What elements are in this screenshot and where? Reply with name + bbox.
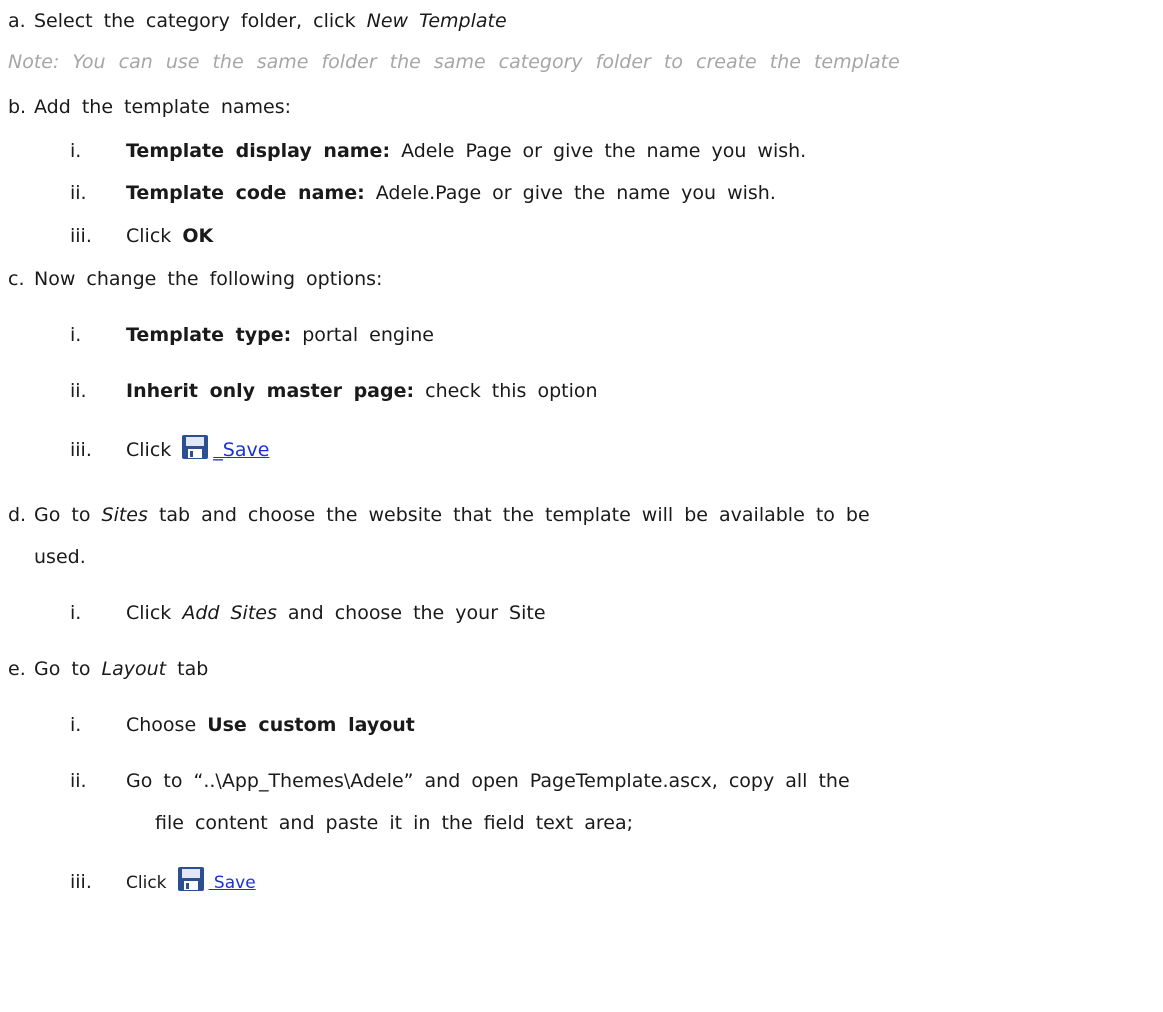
substep-marker: iii. (70, 225, 92, 247)
field-value: Adele Page or give the name you wish. (390, 140, 807, 162)
add-sites-term: Add Sites (182, 602, 277, 624)
substep-text: Choose (126, 714, 208, 736)
substep-marker: iii. (70, 439, 92, 461)
step-marker: e. (8, 658, 26, 680)
step-c-i: i. Template type: portal engine (70, 322, 434, 348)
substep-marker: i. (70, 324, 82, 346)
step-b-ii: ii. Template code name: Adele.Page or giv… (70, 180, 776, 206)
step-b: b. Add the template names: (8, 94, 291, 120)
step-a: a. Select the category folder, click New … (8, 8, 507, 34)
field-label: Inherit only master page: (126, 380, 415, 402)
step-text: Go to (34, 658, 102, 680)
step-c: c. Now change the following options: (8, 266, 382, 292)
substep-text: Go to “..\App_Themes\Adele” and open Pag… (126, 770, 850, 792)
step-text: Go to (34, 504, 102, 526)
custom-layout-term: Use custom layout (207, 714, 415, 736)
field-label: Template code name: (126, 182, 365, 204)
step-d-continued: used. (34, 546, 86, 568)
new-template-term: New Template (366, 10, 507, 32)
step-b-i: i. Template display name: Adele Page or g… (70, 138, 806, 164)
field-value: Adele.Page or give the name you wish. (364, 182, 776, 204)
step-text: tab (166, 658, 209, 680)
step-marker: c. (8, 268, 25, 290)
step-c-ii: ii. Inherit only master page: check this … (70, 378, 598, 404)
substep-text: Click (126, 439, 172, 461)
step-marker: a. (8, 10, 26, 32)
step-d: d. Go to Sites tab and choose the website… (8, 502, 870, 528)
step-e-ii-continued: file content and paste it in the field t… (155, 812, 634, 834)
step-marker: d. (8, 504, 27, 526)
substep-text: Click (126, 225, 183, 247)
substep-marker: ii. (70, 182, 87, 204)
step-b-iii: iii. Click OK (70, 223, 213, 249)
field-value: check this option (414, 380, 598, 402)
field-label: Template display name: (126, 140, 391, 162)
step-text: Select the category folder, click (34, 10, 367, 32)
substep-marker: ii. (70, 380, 87, 402)
substep-text: Click (126, 873, 167, 893)
substep-marker: i. (70, 140, 82, 162)
substep-marker: i. (70, 714, 82, 736)
save-link[interactable]: _Save (213, 439, 269, 461)
note: Note: You can use the same folder the sa… (8, 51, 900, 73)
substep-marker: iii. (70, 871, 92, 893)
step-c-iii: iii. Click _Save (70, 434, 269, 467)
step-e-i: i. Choose Use custom layout (70, 712, 415, 738)
floppy-disk-icon (181, 434, 209, 467)
substep-text: Click (126, 602, 183, 624)
substep-marker: i. (70, 602, 82, 624)
step-marker: b. (8, 96, 27, 118)
substep-text: and choose the your Site (276, 602, 546, 624)
step-d-i: i. Click Add Sites and choose the your Si… (70, 600, 546, 626)
substep-marker: ii. (70, 770, 87, 792)
layout-tab-term: Layout (101, 658, 167, 680)
step-text: Add the template names: (34, 96, 292, 118)
sites-tab-term: Sites (101, 504, 148, 526)
floppy-disk-icon (177, 866, 205, 899)
step-e-iii: iii. Click Save (70, 866, 256, 899)
field-label: Template type: (126, 324, 292, 346)
field-value: portal engine (291, 324, 434, 346)
step-text: tab and choose the website that the temp… (147, 504, 870, 526)
step-text: Now change the following options: (34, 268, 383, 290)
save-link[interactable]: Save (209, 873, 256, 893)
step-e-ii: ii. Go to “..\App_Themes\Adele” and open … (70, 768, 850, 794)
step-e: e. Go to Layout tab (8, 656, 208, 682)
ok-term: OK (182, 225, 214, 247)
